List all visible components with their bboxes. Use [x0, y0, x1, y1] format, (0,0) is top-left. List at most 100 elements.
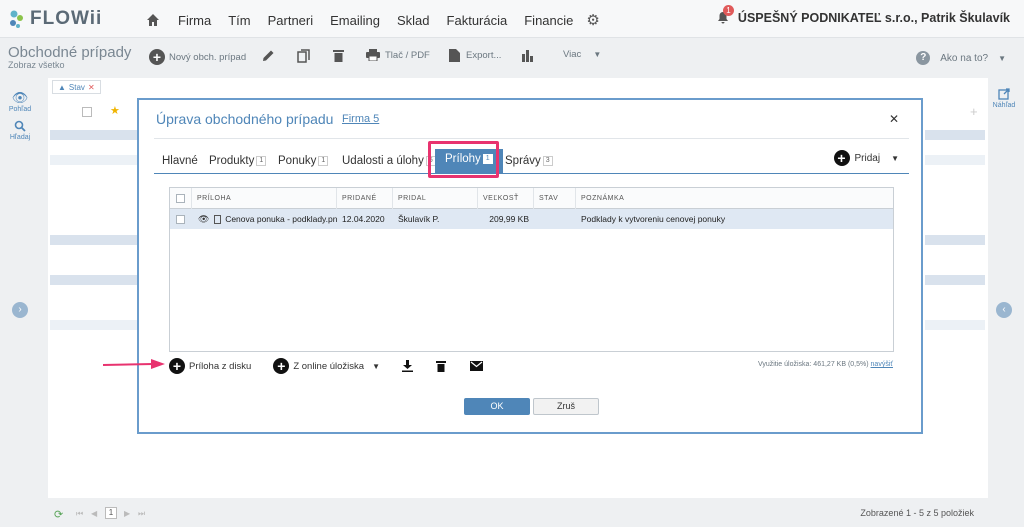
chevron-left-icon[interactable]: ‹	[996, 302, 1012, 318]
divider	[154, 138, 909, 139]
page-toolbar: Obchodné prípady Zobraz všetko + Nový ob…	[0, 38, 1024, 76]
export-icon	[449, 49, 460, 62]
close-icon[interactable]: ✕	[889, 112, 899, 126]
bell-icon[interactable]: 1	[717, 5, 734, 25]
attach-from-cloud-label: Z online úložiska	[293, 360, 365, 372]
ok-button[interactable]: OK	[464, 398, 530, 415]
help-label: Ako na to?	[940, 52, 989, 64]
added-by-cell: Škulavík P.	[398, 214, 440, 224]
col-priloha[interactable]: PRÍLOHA	[192, 188, 337, 209]
attach-from-disk-label: Príloha z disku	[189, 360, 252, 372]
home-icon[interactable]	[146, 13, 160, 27]
view-button[interactable]: 👁 Pohľad	[0, 90, 40, 113]
list-footer: ⟳ ⏮ ◀ 1 ▶ ⏭ Zobrazené 1 - 5 z 5 položiek	[48, 505, 988, 525]
row-checkbox[interactable]	[176, 215, 185, 225]
gear-icon[interactable]: ⚙	[586, 11, 599, 29]
account-area: 1 ÚSPEŠNÝ PODNIKATEĽ s.r.o., Patrik Škul…	[717, 5, 1010, 25]
preview-button[interactable]: Náhľad	[984, 88, 1024, 109]
logo[interactable]: FLOWii	[8, 8, 102, 30]
pencil-icon	[263, 50, 274, 61]
size-cell: 209,99 KB	[489, 214, 529, 224]
select-all-checkbox[interactable]	[176, 193, 185, 203]
nav-sklad[interactable]: Sklad	[397, 13, 430, 28]
blurred-row	[925, 320, 985, 330]
modal-title: Úprava obchodného prípadu	[156, 111, 334, 127]
select-all-checkbox[interactable]	[82, 107, 92, 117]
more-dropdown[interactable]: Viac ▼	[563, 49, 601, 60]
pager-prev-icon[interactable]: ◀	[91, 509, 97, 518]
col-pridal[interactable]: PRIDAL	[393, 188, 478, 209]
filter-chip-stav[interactable]: ▲ Stav ✕	[52, 80, 101, 94]
tab-label: Hlavné	[162, 155, 198, 167]
tab-spravy[interactable]: Správy 3	[505, 155, 553, 167]
attachments-grid: PRÍLOHA PRIDANÉ PRIDAL VEĽKOSŤ STAV POZN…	[169, 187, 894, 352]
print-button[interactable]: Tlač / PDF	[366, 49, 430, 61]
attach-from-cloud-button[interactable]: + Z online úložiska ▼	[273, 358, 380, 374]
chevron-right-icon[interactable]: ›	[12, 302, 28, 318]
nav-firma[interactable]: Firma	[178, 13, 211, 28]
col-velkost[interactable]: VEĽKOSŤ	[478, 188, 534, 209]
page-subtitle[interactable]: Zobraz všetko	[8, 60, 65, 70]
nav-fakturacia[interactable]: Fakturácia	[447, 13, 508, 28]
left-sidebar: 👁 Pohľad Hľadaj ›	[0, 76, 40, 527]
attachment-actions: + Príloha z disku + Z online úložiska ▼	[169, 357, 483, 375]
tab-count: 1	[256, 156, 267, 166]
file-icon	[213, 215, 221, 225]
star-icon[interactable]: ★	[110, 104, 120, 117]
help-link[interactable]: ? Ako na to? ▼	[916, 51, 1006, 65]
add-button[interactable]: + Pridaj ▼	[833, 150, 899, 166]
account-name[interactable]: ÚSPEŠNÝ PODNIKATEĽ s.r.o., Patrik Škulav…	[738, 11, 1010, 25]
tab-produkty[interactable]: Produkty 1	[209, 155, 267, 167]
col-pridane[interactable]: PRIDANÉ	[337, 188, 393, 209]
copy-button[interactable]	[297, 49, 310, 63]
nav-financie[interactable]: Financie	[524, 13, 573, 28]
refresh-icon[interactable]: ⟳	[54, 508, 63, 521]
blurred-row	[925, 235, 985, 245]
attach-from-disk-button[interactable]: + Príloha z disku	[169, 358, 251, 374]
company-link[interactable]: Firma 5	[342, 113, 379, 125]
cancel-button[interactable]: Zruš	[533, 398, 599, 415]
notification-badge: 1	[722, 5, 734, 16]
page-number[interactable]: 1	[105, 507, 117, 519]
blurred-row	[925, 155, 985, 165]
tab-label: Produkty	[209, 155, 255, 167]
mail-icon[interactable]	[470, 361, 483, 371]
tab-label: Správy	[505, 155, 541, 167]
col-stav[interactable]: STAV	[534, 188, 576, 209]
download-icon[interactable]	[402, 360, 413, 372]
export-button[interactable]: Export...	[449, 49, 501, 62]
pager-last-icon[interactable]: ⏭	[138, 509, 145, 519]
state-cell	[534, 209, 576, 229]
nav-partneri[interactable]: Partneri	[268, 13, 314, 28]
arrow-pointer-icon	[103, 359, 165, 369]
tab-udalosti[interactable]: Udalosti a úlohy 5	[342, 155, 436, 167]
pager-next-icon[interactable]: ▶	[124, 509, 130, 518]
tab-ponuky[interactable]: Ponuky 1	[278, 155, 329, 167]
increase-storage-link[interactable]: navýšiť	[871, 361, 893, 368]
print-label: Tlač / PDF	[385, 49, 430, 61]
table-row[interactable]: 👁 Cenova ponuka - podklady.png 12.04.202…	[170, 209, 893, 229]
search-button[interactable]: Hľadaj	[0, 120, 40, 141]
trash-icon[interactable]	[436, 360, 446, 372]
close-icon[interactable]: ✕	[88, 83, 95, 92]
file-name[interactable]: Cenova ponuka - podklady.png	[225, 214, 337, 224]
col-poznamka[interactable]: POZNÁMKA	[576, 188, 893, 209]
tab-highlight-frame	[428, 141, 499, 178]
page-title: Obchodné prípady	[8, 44, 132, 61]
delete-button[interactable]	[333, 49, 344, 62]
new-case-button[interactable]: + Nový obch. prípad	[149, 49, 246, 65]
nav-emailing[interactable]: Emailing	[330, 13, 380, 28]
filter-chip-label: Stav	[68, 82, 85, 92]
view-label: Pohľad	[8, 106, 32, 113]
edit-button[interactable]	[262, 49, 275, 62]
eye-icon: 👁	[11, 90, 29, 105]
plus-icon[interactable]: +	[970, 104, 978, 119]
tab-label: Ponuky	[278, 155, 317, 167]
trash-icon	[333, 50, 344, 62]
nav-tim[interactable]: Tím	[228, 13, 250, 28]
tab-hlavne[interactable]: Hlavné	[162, 155, 198, 167]
pager-first-icon[interactable]: ⏮	[76, 509, 83, 519]
stats-button[interactable]	[521, 49, 534, 62]
blurred-row	[50, 275, 138, 285]
eye-icon[interactable]: 👁	[198, 214, 209, 224]
